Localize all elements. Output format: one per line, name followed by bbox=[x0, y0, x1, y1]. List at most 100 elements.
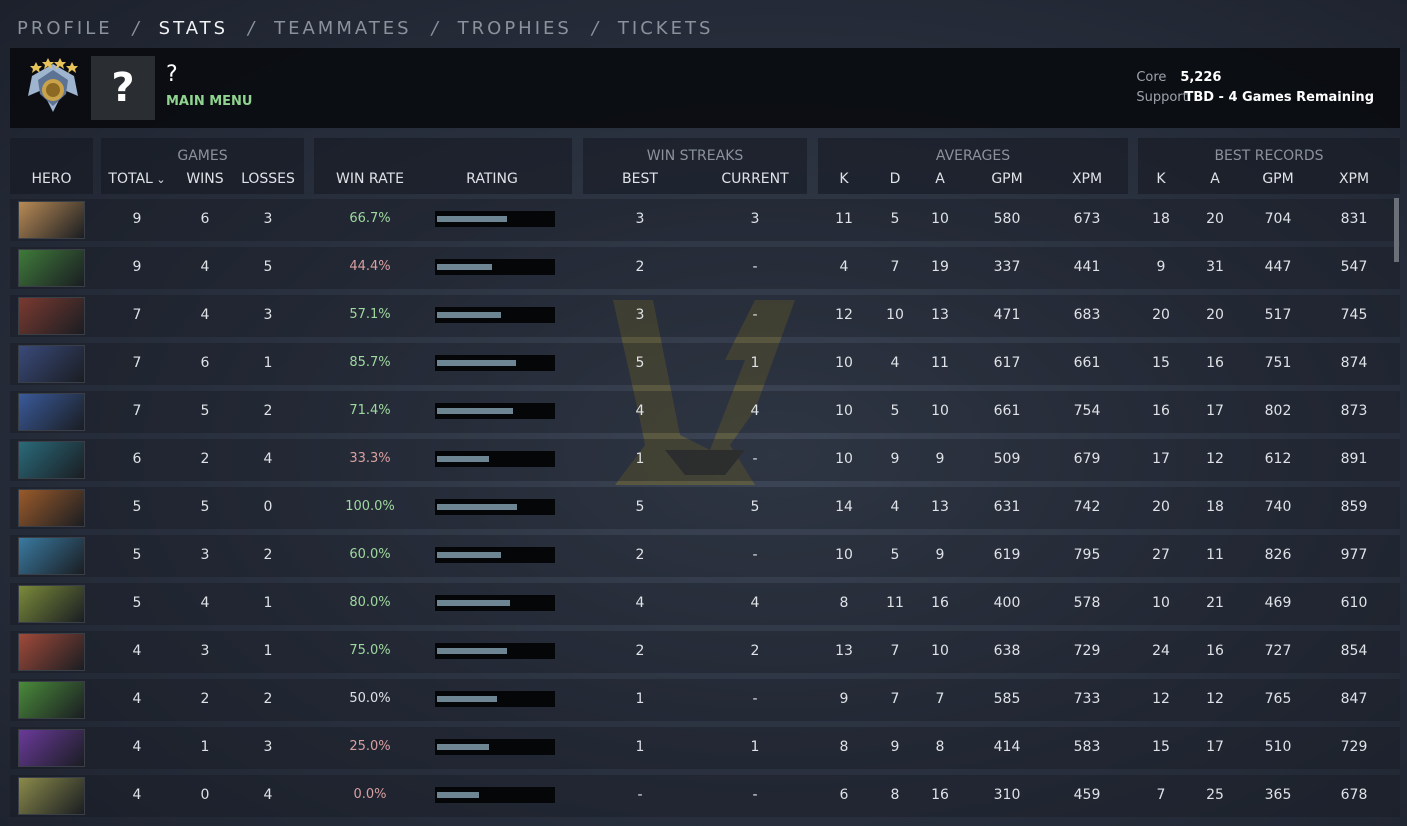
win-rate-column-header[interactable]: WIN RATE bbox=[325, 171, 415, 187]
table-row[interactable]: 4 3 1 75.0% 2 2 13 7 10 638 729 24 16 727 854 bbox=[10, 628, 1400, 676]
kills-column-header[interactable]: K bbox=[824, 171, 864, 187]
hero-portrait[interactable] bbox=[18, 249, 85, 287]
losses-cell: 4 bbox=[263, 787, 273, 803]
assists-cell: 16 bbox=[931, 595, 949, 611]
hero-portrait[interactable] bbox=[18, 441, 85, 479]
rating-bar-fill bbox=[437, 552, 501, 558]
nav-profile[interactable]: PROFILE bbox=[17, 18, 113, 39]
assists-cell: 11 bbox=[931, 355, 949, 371]
rating-bar bbox=[435, 499, 555, 515]
table-scrollbar[interactable] bbox=[1394, 198, 1399, 262]
table-row[interactable]: 9 4 5 44.4% 2 - 4 7 19 337 441 9 31 447 547 bbox=[10, 244, 1400, 292]
core-label: Core bbox=[1136, 70, 1167, 85]
assists-cell: 10 bbox=[931, 211, 949, 227]
best-assists-column-header[interactable]: A bbox=[1195, 171, 1235, 187]
losses-cell: 1 bbox=[263, 643, 273, 659]
table-row[interactable]: 6 2 4 33.3% 1 - 10 9 9 509 679 17 12 612 891 bbox=[10, 436, 1400, 484]
best-records-group-header: BEST RECORDS bbox=[1214, 148, 1324, 164]
wins-column-header[interactable]: WINS bbox=[170, 171, 240, 187]
hero-portrait[interactable] bbox=[18, 585, 85, 623]
rating-bar bbox=[435, 787, 555, 803]
table-row[interactable]: 5 5 0 100.0% 5 5 14 4 13 631 742 20 18 740 859 bbox=[10, 484, 1400, 532]
current-streak-cell: 4 bbox=[750, 595, 760, 611]
nav-teammates[interactable]: TEAMMATES bbox=[274, 18, 411, 39]
assists-cell: 10 bbox=[931, 643, 949, 659]
avatar[interactable]: ? bbox=[91, 56, 155, 120]
best-streak-column-header[interactable]: BEST bbox=[600, 171, 680, 187]
nav-separator: / bbox=[431, 17, 438, 39]
main-menu-link[interactable]: MAIN MENU bbox=[166, 94, 253, 109]
total-column-header[interactable]: TOTAL bbox=[102, 171, 172, 187]
table-row[interactable]: 7 5 2 71.4% 4 4 10 5 10 661 754 16 17 802 873 bbox=[10, 388, 1400, 436]
table-row[interactable]: 9 6 3 66.7% 3 3 11 5 10 580 673 18 20 704 831 bbox=[10, 196, 1400, 244]
kills-cell: 6 bbox=[839, 787, 849, 803]
hero-portrait[interactable] bbox=[18, 345, 85, 383]
gpm-cell: 638 bbox=[993, 643, 1021, 659]
table-row[interactable]: 4 2 2 50.0% 1 - 9 7 7 585 733 12 12 765 847 bbox=[10, 676, 1400, 724]
best-assists-cell: 11 bbox=[1206, 547, 1224, 563]
deaths-cell: 4 bbox=[890, 355, 900, 371]
rating-column-header[interactable]: RATING bbox=[447, 171, 537, 187]
table-row[interactable]: 4 1 3 25.0% 1 1 8 9 8 414 583 15 17 510 729 bbox=[10, 724, 1400, 772]
hero-column-header[interactable]: HERO bbox=[10, 171, 93, 187]
best-xpm-column-header[interactable]: XPM bbox=[1329, 171, 1379, 187]
kills-cell: 10 bbox=[835, 451, 853, 467]
assists-cell: 9 bbox=[935, 547, 945, 563]
hero-portrait[interactable] bbox=[18, 201, 85, 239]
deaths-column-header[interactable]: D bbox=[875, 171, 915, 187]
core-value: 5,226 bbox=[1180, 70, 1222, 85]
table-row[interactable]: 5 3 2 60.0% 2 - 10 5 9 619 795 27 11 826 977 bbox=[10, 532, 1400, 580]
nav-tickets[interactable]: TICKETS bbox=[618, 18, 713, 39]
table-row[interactable]: 4 0 4 0.0% - - 6 8 16 310 459 7 25 365 678 bbox=[10, 772, 1400, 820]
deaths-cell: 10 bbox=[886, 307, 904, 323]
hero-portrait[interactable] bbox=[18, 489, 85, 527]
best-gpm-cell: 727 bbox=[1264, 643, 1292, 659]
rating-bar-fill bbox=[437, 408, 513, 414]
xpm-column-header[interactable]: XPM bbox=[1062, 171, 1112, 187]
wins-cell: 3 bbox=[200, 547, 210, 563]
win-rate-cell: 100.0% bbox=[345, 499, 395, 514]
best-gpm-cell: 826 bbox=[1264, 547, 1292, 563]
best-assists-cell: 18 bbox=[1206, 499, 1224, 515]
assists-column-header[interactable]: A bbox=[920, 171, 960, 187]
best-kills-column-header[interactable]: K bbox=[1141, 171, 1181, 187]
best-streak-cell: - bbox=[637, 787, 643, 803]
hero-portrait[interactable] bbox=[18, 681, 85, 719]
current-streak-cell: 2 bbox=[750, 643, 760, 659]
table-row[interactable]: 7 6 1 85.7% 5 1 10 4 11 617 661 15 16 751 874 bbox=[10, 340, 1400, 388]
wins-cell: 4 bbox=[200, 307, 210, 323]
gpm-column-header[interactable]: GPM bbox=[982, 171, 1032, 187]
current-streak-cell: 1 bbox=[750, 739, 760, 755]
hero-portrait[interactable] bbox=[18, 729, 85, 767]
wins-cell: 5 bbox=[200, 499, 210, 515]
best-assists-cell: 16 bbox=[1206, 355, 1224, 371]
hero-portrait[interactable] bbox=[18, 633, 85, 671]
nav-stats[interactable]: STATS bbox=[159, 18, 228, 39]
hero-portrait[interactable] bbox=[18, 297, 85, 335]
deaths-cell: 9 bbox=[890, 739, 900, 755]
win-rate-cell: 0.0% bbox=[353, 787, 387, 802]
total-cell: 4 bbox=[132, 643, 142, 659]
total-cell: 7 bbox=[132, 307, 142, 323]
rating-bar bbox=[435, 211, 555, 227]
best-assists-cell: 20 bbox=[1206, 307, 1224, 323]
losses-column-header[interactable]: LOSSES bbox=[233, 171, 303, 187]
hero-portrait[interactable] bbox=[18, 393, 85, 431]
best-kills-cell: 15 bbox=[1152, 355, 1170, 371]
best-kills-cell: 27 bbox=[1152, 547, 1170, 563]
hero-portrait[interactable] bbox=[18, 537, 85, 575]
best-streak-cell: 1 bbox=[635, 691, 645, 707]
gpm-cell: 580 bbox=[993, 211, 1021, 227]
win-rate-cell: 60.0% bbox=[349, 547, 391, 562]
table-row[interactable]: 7 4 3 57.1% 3 - 12 10 13 471 683 20 20 517 745 bbox=[10, 292, 1400, 340]
assists-cell: 13 bbox=[931, 307, 949, 323]
best-gpm-column-header[interactable]: GPM bbox=[1253, 171, 1303, 187]
nav-trophies[interactable]: TROPHIES bbox=[458, 18, 572, 39]
hero-portrait[interactable] bbox=[18, 777, 85, 815]
table-row[interactable]: 5 4 1 80.0% 4 4 8 11 16 400 578 10 21 469 610 bbox=[10, 580, 1400, 628]
wins-cell: 2 bbox=[200, 691, 210, 707]
assists-cell: 13 bbox=[931, 499, 949, 515]
current-streak-column-header[interactable]: CURRENT bbox=[705, 171, 805, 187]
wins-cell: 6 bbox=[200, 211, 210, 227]
hero-stats-table: GAMES WIN STREAKS AVERAGES BEST RECORDS … bbox=[10, 138, 1400, 818]
